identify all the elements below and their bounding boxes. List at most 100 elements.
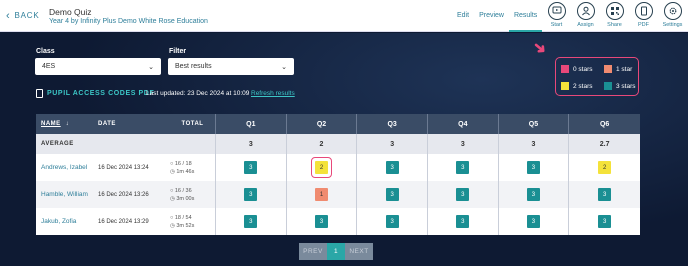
- score-cell: 3: [357, 181, 428, 208]
- prev-page-button[interactable]: PREV: [299, 243, 327, 260]
- assign-label: Assign: [577, 22, 594, 28]
- legend-swatch: [604, 65, 612, 73]
- quiz-title: Demo Quiz: [49, 7, 92, 17]
- start-button[interactable]: Start: [542, 2, 571, 28]
- pupil-name-link[interactable]: Andrews, Izabel: [36, 154, 92, 181]
- score-badge[interactable]: 3: [526, 161, 540, 174]
- date-text: 16 Dec 2024 13:29: [98, 218, 149, 225]
- score-cell: 3: [428, 181, 499, 208]
- table-row: Andrews, Izabel 16 Dec 2024 13:24 ○ 16 /…: [36, 154, 640, 181]
- share-button[interactable]: Share: [600, 2, 629, 28]
- score-badge[interactable]: 3: [385, 161, 399, 174]
- legend-swatch: [561, 65, 569, 73]
- class-select-value: 4ES: [42, 63, 56, 70]
- name-column-header[interactable]: NAME ↓: [36, 114, 92, 134]
- score-cell: 3: [499, 181, 570, 208]
- total-cell: ○ 16 / 18 ◷ 1m 46s: [164, 154, 216, 181]
- chevron-left-icon: ‹: [6, 9, 11, 22]
- score-badge[interactable]: 2: [598, 161, 612, 174]
- tab-bar: Edit Preview Results: [452, 0, 543, 32]
- score-badge[interactable]: 1: [314, 188, 328, 201]
- score-badge[interactable]: 3: [598, 215, 612, 228]
- next-page-button[interactable]: NEXT: [345, 243, 373, 260]
- tab-preview[interactable]: Preview: [474, 0, 509, 32]
- score-badge[interactable]: 2: [314, 161, 328, 174]
- empty-cell: [92, 134, 164, 154]
- average-value: 3: [357, 134, 428, 154]
- score-line: ○ 18 / 54: [170, 214, 192, 221]
- score-badge[interactable]: 3: [526, 215, 540, 228]
- play-icon: [547, 2, 566, 20]
- score-cell: 3: [287, 208, 358, 235]
- average-value: 3: [499, 134, 570, 154]
- legend-label: 3 stars: [616, 82, 636, 90]
- totals: ○ 16 / 36 ◷ 3m 00s: [170, 188, 194, 202]
- question-header: Q2: [287, 114, 358, 134]
- qr-code-icon: [605, 2, 624, 20]
- total-column-header: TOTAL: [164, 114, 216, 134]
- table-row: Jakub, Zofia 16 Dec 2024 13:29 ○ 18 / 54…: [36, 208, 640, 235]
- tab-edit[interactable]: Edit: [452, 0, 474, 32]
- time-line: ◷ 3m 52s: [170, 222, 195, 229]
- score-text: 16 / 36: [174, 187, 192, 194]
- pdf-button[interactable]: PDF: [629, 2, 658, 28]
- average-value: 3: [216, 134, 287, 154]
- legend-swatch: [604, 82, 612, 90]
- score-line: ○ 16 / 18: [170, 160, 192, 167]
- time-text: 3m 52s: [176, 222, 195, 229]
- chevron-down-icon: ⌄: [281, 63, 287, 71]
- score-badge[interactable]: 3: [314, 215, 328, 228]
- settings-label: Settings: [662, 22, 683, 28]
- totals: ○ 18 / 54 ◷ 3m 52s: [170, 215, 194, 229]
- top-bar: ‹ BACK Demo Quiz Year 4 by Infinity Plus…: [0, 0, 688, 32]
- settings-button[interactable]: Settings: [658, 2, 687, 28]
- question-header: Q4: [428, 114, 499, 134]
- assign-button[interactable]: Assign: [571, 2, 600, 28]
- refresh-results-link[interactable]: Refresh results: [251, 90, 295, 97]
- average-value: 2: [287, 134, 358, 154]
- page-1-button[interactable]: 1: [327, 243, 345, 260]
- pupil-name: Andrews, Izabel: [41, 164, 88, 171]
- pupil-name-link[interactable]: Jakub, Zofia: [36, 208, 92, 235]
- totals: ○ 16 / 18 ◷ 1m 46s: [170, 161, 194, 175]
- score-badge[interactable]: 3: [598, 188, 612, 201]
- score-badge[interactable]: 3: [456, 188, 470, 201]
- score-badge[interactable]: 3: [456, 161, 470, 174]
- chevron-down-icon: ⌄: [148, 63, 154, 71]
- score-cell: 3: [216, 208, 287, 235]
- score-badge[interactable]: 3: [244, 161, 258, 174]
- back-link[interactable]: ‹ BACK: [6, 9, 39, 22]
- filter-select[interactable]: Best results ⌄: [168, 58, 294, 75]
- legend-label: 0 stars: [573, 65, 593, 73]
- pagination: PREV 1 NEXT: [299, 243, 373, 260]
- average-value: 3: [428, 134, 499, 154]
- pupil-codes-label: PUPIL ACCESS CODES PDF: [47, 90, 155, 97]
- legend-item-2-stars: 2 stars: [561, 82, 593, 90]
- total-cell: ○ 16 / 36 ◷ 3m 00s: [164, 181, 216, 208]
- score-line: ○ 16 / 36: [170, 187, 192, 194]
- star-legend: 0 stars 1 star 2 stars 3 stars: [555, 57, 639, 96]
- score-cell: 3: [499, 154, 570, 181]
- average-value: 2.7: [599, 140, 610, 148]
- pupil-name-link[interactable]: Hamble, William: [36, 181, 92, 208]
- score-badge[interactable]: 3: [385, 215, 399, 228]
- average-label: AVERAGE: [41, 141, 74, 147]
- time-line: ◷ 1m 46s: [170, 168, 195, 175]
- score-badge[interactable]: 3: [244, 188, 258, 201]
- score-badge[interactable]: 3: [526, 188, 540, 201]
- results-table: NAME ↓ DATE TOTAL Q1 Q2 Q3 Q4 Q5 Q6 AVER…: [36, 114, 640, 235]
- tab-results[interactable]: Results: [508, 0, 543, 32]
- document-icon: [634, 2, 653, 20]
- score-badge[interactable]: 3: [244, 215, 258, 228]
- score-badge[interactable]: 3: [456, 215, 470, 228]
- score-cell: 3: [569, 208, 640, 235]
- score-badge[interactable]: 3: [385, 188, 399, 201]
- score-cell: 3: [499, 208, 570, 235]
- filter-label: Filter: [169, 48, 187, 55]
- total-cell: ○ 18 / 54 ◷ 3m 52s: [164, 208, 216, 235]
- pupil-codes-link[interactable]: PUPIL ACCESS CODES PDF: [36, 89, 154, 98]
- legend-label: 1 star: [616, 65, 633, 73]
- date-cell: 16 Dec 2024 13:29: [92, 208, 164, 235]
- class-select[interactable]: 4ES ⌄: [35, 58, 161, 75]
- question-header: Q6: [599, 120, 610, 128]
